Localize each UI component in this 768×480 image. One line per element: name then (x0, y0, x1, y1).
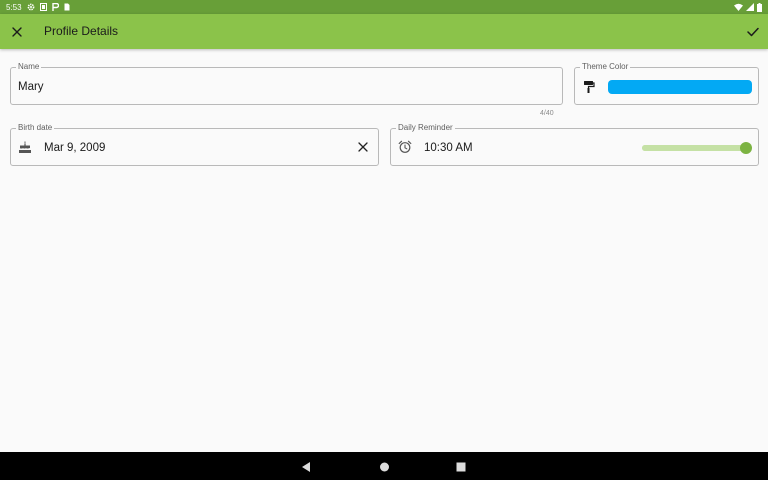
alarm-icon (398, 140, 412, 159)
theme-color-field[interactable]: Theme Color (574, 62, 759, 105)
battery-icon (757, 2, 762, 12)
confirm-button[interactable] (744, 23, 762, 41)
name-char-counter: 4/40 (540, 110, 554, 117)
back-triangle-icon (302, 462, 310, 472)
name-field-value[interactable]: Mary (18, 80, 44, 94)
home-circle-icon (380, 462, 389, 472)
birth-date-field-label: Birth date (16, 123, 55, 133)
check-icon (747, 27, 759, 37)
back-button[interactable] (301, 460, 311, 478)
theme-color-field-label: Theme Color (580, 62, 631, 72)
app-bar: Profile Details (0, 14, 768, 49)
recents-button[interactable] (456, 460, 466, 478)
birth-date-value[interactable]: Mar 9, 2009 (44, 141, 105, 155)
status-bar: 5:53 (0, 0, 768, 14)
theme-color-swatch[interactable] (608, 80, 752, 94)
paint-roller-icon (583, 80, 595, 98)
page-title: Profile Details (44, 24, 119, 38)
name-field[interactable]: Name Mary (10, 62, 563, 105)
sim-card-icon (64, 3, 70, 11)
cake-icon (18, 140, 32, 159)
wifi-icon (734, 3, 743, 11)
daily-reminder-time[interactable]: 10:30 AM (424, 141, 473, 155)
system-nav-bar (0, 452, 768, 480)
recents-square-icon (456, 462, 466, 472)
reminder-toggle-slider[interactable] (642, 142, 752, 154)
close-button[interactable] (8, 23, 26, 41)
signal-icon (746, 3, 754, 11)
clear-icon (358, 142, 368, 152)
home-button[interactable] (379, 460, 390, 478)
gear-icon (27, 3, 35, 11)
square-notification-icon (39, 3, 47, 11)
status-time: 5:53 (6, 2, 22, 12)
clear-date-button[interactable] (356, 140, 370, 154)
daily-reminder-field-label: Daily Reminder (396, 123, 455, 133)
p-notification-icon (51, 3, 59, 11)
birth-date-field[interactable]: Birth date Mar 9, 2009 (10, 123, 379, 166)
slider-fill (642, 145, 746, 151)
name-field-label: Name (16, 62, 42, 72)
daily-reminder-field[interactable]: Daily Reminder 10:30 AM (390, 123, 759, 166)
close-icon (12, 27, 22, 37)
slider-thumb[interactable] (740, 142, 752, 154)
